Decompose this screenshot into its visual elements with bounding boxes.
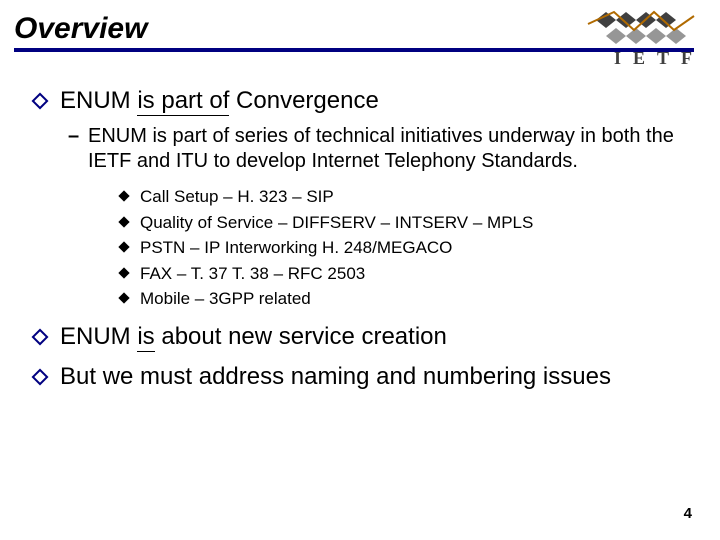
text: ENUM — [60, 323, 137, 350]
text: Convergence — [229, 87, 378, 114]
slide-title: Overview — [14, 12, 147, 46]
underline-text: is — [137, 323, 154, 352]
text: ENUM is part of series of technical init… — [88, 125, 674, 172]
underline-text: is part of — [137, 87, 229, 116]
bullet-item-2: ENUM is about new service creation — [34, 322, 686, 352]
text: about new service creation — [155, 323, 447, 350]
sub-bullet-item: ENUM is part of series of technical init… — [60, 124, 686, 312]
page-number: 4 — [684, 505, 692, 522]
text: But we must address naming and numbering… — [60, 363, 611, 390]
slide-header: Overview IETF — [0, 0, 720, 62]
sub-bullet-list: ENUM is part of series of technical init… — [60, 124, 686, 312]
subsub-bullet-item: Mobile – 3GPP related — [118, 286, 686, 312]
bullet-list: ENUM is part of Convergence ENUM is part… — [34, 86, 686, 392]
bullet-item-3: But we must address naming and numbering… — [34, 362, 686, 392]
subsub-bullet-list: Call Setup – H. 323 – SIP Quality of Ser… — [118, 184, 686, 312]
bullet-item-1: ENUM is part of Convergence ENUM is part… — [34, 86, 686, 312]
text: ENUM — [60, 87, 137, 114]
subsub-bullet-item: Quality of Service – DIFFSERV – INTSERV … — [118, 210, 686, 236]
ietf-logo-text: IETF — [614, 48, 704, 69]
slide-body: ENUM is part of Convergence ENUM is part… — [0, 62, 720, 392]
slide: Overview IETF — [0, 0, 720, 540]
subsub-bullet-item: Call Setup – H. 323 – SIP — [118, 184, 686, 210]
subsub-bullet-item: PSTN – IP Interworking H. 248/MEGACO — [118, 235, 686, 261]
subsub-bullet-item: FAX – T. 37 T. 38 – RFC 2503 — [118, 261, 686, 287]
